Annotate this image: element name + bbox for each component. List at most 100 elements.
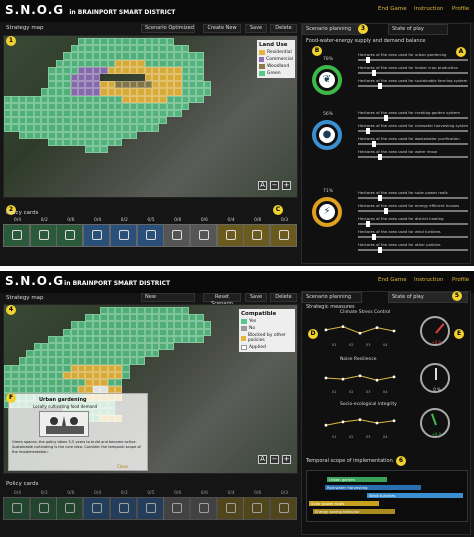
grid-cell[interactable] [100, 350, 108, 358]
grid-cell[interactable] [100, 314, 108, 322]
grid-cell[interactable] [107, 379, 115, 387]
grid-cell[interactable] [129, 350, 138, 358]
grid-cell[interactable] [26, 117, 34, 125]
policy-slider[interactable]: Hectares of the area used for other poli… [358, 242, 468, 253]
grid-cell[interactable] [55, 371, 64, 379]
slider-handle[interactable] [366, 128, 370, 134]
grid-cell[interactable] [115, 59, 123, 67]
grid-cell[interactable] [137, 321, 145, 329]
grid-cell[interactable] [129, 357, 138, 365]
grid-cell[interactable] [26, 364, 34, 372]
grid-cell[interactable] [70, 66, 78, 74]
grid-cell[interactable] [137, 95, 145, 103]
grid-cell[interactable] [55, 357, 64, 365]
grid-cell[interactable] [152, 124, 160, 132]
grid-cell[interactable] [166, 95, 175, 103]
grid-cell[interactable] [11, 117, 19, 125]
grid-cell[interactable] [63, 66, 71, 74]
grid-cell[interactable] [70, 335, 78, 343]
save-button[interactable]: Save [245, 293, 267, 302]
grid-cell[interactable] [115, 371, 123, 379]
grid-cell[interactable] [100, 328, 108, 336]
grid-cell[interactable] [166, 81, 175, 89]
grid-cell[interactable] [107, 364, 115, 372]
grid-cell[interactable] [33, 371, 41, 379]
grid-cell[interactable] [48, 95, 56, 103]
grid-cell[interactable] [70, 110, 78, 118]
grid-cell[interactable] [55, 117, 64, 125]
slider-track[interactable] [358, 57, 468, 63]
slider-track[interactable] [358, 195, 468, 201]
grid-cell[interactable] [63, 95, 71, 103]
grid-cell[interactable] [100, 95, 108, 103]
grid-cell[interactable] [181, 102, 189, 110]
grid-cell[interactable] [144, 110, 152, 118]
grid-cell[interactable] [41, 379, 49, 387]
grid-cell[interactable] [129, 52, 138, 60]
grid-cell[interactable] [4, 110, 12, 118]
grid-cell[interactable] [48, 102, 56, 110]
grid-cell[interactable] [55, 66, 64, 74]
grid-cell[interactable] [4, 379, 12, 387]
grid-cell[interactable] [70, 357, 78, 365]
slider-handle[interactable] [372, 141, 376, 147]
grid-cell[interactable] [115, 95, 123, 103]
grid-cell[interactable] [129, 343, 138, 351]
grid-cell[interactable] [137, 314, 145, 322]
grid-cell[interactable] [4, 124, 12, 132]
grid-cell[interactable] [152, 307, 160, 315]
grid-cell[interactable] [78, 343, 86, 351]
grid-cell[interactable] [189, 95, 197, 103]
grid-cell[interactable] [100, 59, 108, 67]
policy-card[interactable]: 0/2 [29, 218, 57, 247]
grid-cell[interactable] [174, 321, 182, 329]
grid-cell[interactable] [152, 45, 160, 53]
grid-cell[interactable] [159, 314, 167, 322]
grid-cell[interactable] [174, 328, 182, 336]
grid-cell[interactable] [115, 110, 123, 118]
grid-cell[interactable] [107, 131, 115, 139]
grid-cell[interactable] [92, 88, 101, 96]
grid-cell[interactable] [70, 379, 78, 387]
grid-cell[interactable] [159, 52, 167, 60]
grid-cell[interactable] [92, 364, 101, 372]
policy-card[interactable]: 0/6 [189, 218, 217, 247]
grid-cell[interactable] [18, 102, 27, 110]
grid-cell[interactable] [41, 131, 49, 139]
grid-cell[interactable] [107, 314, 115, 322]
grid-cell[interactable] [85, 335, 93, 343]
grid-cell[interactable] [100, 335, 108, 343]
grid-cell[interactable] [152, 117, 160, 125]
grid-cell[interactable] [85, 110, 93, 118]
policy-card[interactable]: 0/6 [243, 218, 271, 247]
grid-cell[interactable] [55, 131, 64, 139]
grid-cell[interactable] [107, 371, 115, 379]
grid-cell[interactable] [122, 131, 130, 139]
grid-cell[interactable] [166, 314, 175, 322]
slider-track[interactable] [358, 154, 468, 160]
grid-cell[interactable] [18, 379, 27, 387]
grid-cell[interactable] [70, 371, 78, 379]
grid-cell[interactable] [107, 52, 115, 60]
grid-cell[interactable] [115, 117, 123, 125]
grid-cell[interactable] [129, 124, 138, 132]
grid-cell[interactable] [159, 335, 167, 343]
slider-handle[interactable] [378, 247, 382, 253]
grid-cell[interactable] [85, 364, 93, 372]
grid-cell[interactable] [181, 52, 189, 60]
grid-cell[interactable] [18, 124, 27, 132]
grid-cell[interactable] [33, 350, 41, 358]
grid-cell[interactable] [166, 335, 175, 343]
popup-close-button[interactable]: Close [117, 464, 128, 469]
grid-cell[interactable] [85, 66, 93, 74]
grid-cell[interactable] [129, 131, 138, 139]
grid-cell[interactable] [129, 88, 138, 96]
zoom-out-button[interactable]: − [270, 181, 279, 190]
policy-card[interactable]: 0/3 [270, 218, 297, 247]
grid-cell[interactable] [85, 131, 93, 139]
grid-cell[interactable] [26, 131, 34, 139]
grid-cell[interactable] [181, 74, 189, 82]
grid-cell[interactable] [181, 66, 189, 74]
grid-cell[interactable] [78, 371, 86, 379]
grid-cell[interactable] [100, 321, 108, 329]
